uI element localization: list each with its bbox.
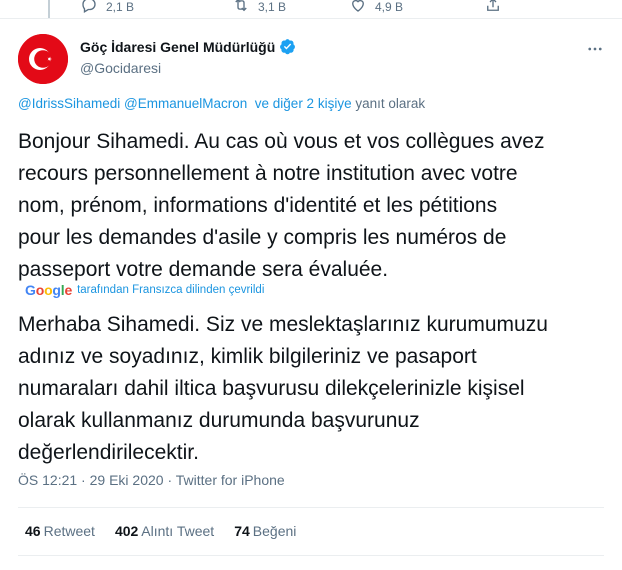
verified-badge-icon	[279, 38, 296, 55]
quotes-label: Alıntı Tweet	[141, 523, 215, 539]
author-info[interactable]: Göç İdaresi Genel Müdürlüğü @Gocidaresi	[80, 38, 296, 76]
tweet-stats: 46 Retweet 402 Alıntı Tweet 74 Beğeni	[25, 523, 296, 539]
retweet-action[interactable]: 3,1 B	[232, 0, 286, 17]
tweet-meta: ÖS 12:21 · 29 Eki 2020 · Twitter for iPh…	[18, 472, 285, 488]
reply-icon	[80, 0, 98, 17]
author-display-name: Göç İdaresi Genel Müdürlüğü	[80, 38, 276, 55]
meta-separator: ·	[81, 472, 86, 488]
reply-count: 2,1 B	[106, 0, 135, 14]
reply-suffix: yanıt olarak	[355, 96, 426, 111]
reply-context: @IdrissSihamedi @EmmanuelMacron ve diğer…	[18, 96, 425, 111]
mention-link[interactable]: @EmmanuelMacron	[124, 96, 247, 111]
translation-label: tarafından Fransızca dilinden çevrildi	[77, 284, 265, 296]
more-dots-icon	[586, 45, 604, 62]
author-name-row: Göç İdaresi Genel Müdürlüğü	[80, 38, 296, 55]
author-handle: @Gocidaresi	[80, 60, 162, 76]
like-count: 4,9 B	[375, 0, 404, 14]
tweet-date[interactable]: 29 Eki 2020	[90, 472, 164, 488]
meta-separator: ·	[167, 472, 173, 488]
retweets-stat[interactable]: 46 Retweet	[25, 523, 95, 539]
quotes-count: 402	[114, 523, 139, 539]
mention-link[interactable]: @IdrissSihamedi	[18, 96, 120, 111]
divider	[0, 18, 622, 19]
more-options-button[interactable]	[586, 40, 604, 63]
turkish-crescent-logo-icon	[18, 34, 68, 84]
likes-count: 74	[234, 523, 250, 539]
translated-text: Merhaba Sihamedi. Siz ve meslektaşlarını…	[18, 313, 548, 464]
google-logo: Google	[25, 282, 73, 298]
retweets-count: 46	[25, 523, 41, 539]
share-action[interactable]	[484, 0, 502, 17]
tweet-time[interactable]: ÖS 12:21	[18, 472, 77, 488]
tweet-source[interactable]: Twitter for iPhone	[176, 472, 285, 488]
heart-icon	[349, 0, 367, 17]
share-icon	[484, 0, 502, 17]
retweet-count: 3,1 B	[258, 0, 287, 14]
divider	[18, 555, 604, 556]
reply-action[interactable]: 2,1 B	[80, 0, 134, 17]
quotes-stat[interactable]: 402 Alıntı Tweet	[115, 523, 214, 539]
translation-attribution[interactable]: Google tarafından Fransızca dilinden çev…	[25, 282, 264, 298]
retweet-icon	[232, 0, 250, 17]
tweet-header: Göç İdaresi Genel Müdürlüğü @Gocidaresi	[18, 32, 604, 84]
others-link[interactable]: ve diğer 2 kişiye	[255, 96, 352, 111]
retweets-label: Retweet	[43, 523, 95, 539]
likes-label: Beğeni	[252, 523, 297, 539]
avatar[interactable]	[18, 34, 68, 84]
like-action[interactable]: 4,9 B	[349, 0, 403, 17]
tweet-text: Bonjour Sihamedi. Au cas où vous et vos …	[18, 130, 545, 281]
previous-tweet-actions: 2,1 B 3,1 B 4,9 B	[0, 0, 622, 18]
divider	[18, 507, 604, 508]
likes-stat[interactable]: 74 Beğeni	[234, 523, 296, 539]
